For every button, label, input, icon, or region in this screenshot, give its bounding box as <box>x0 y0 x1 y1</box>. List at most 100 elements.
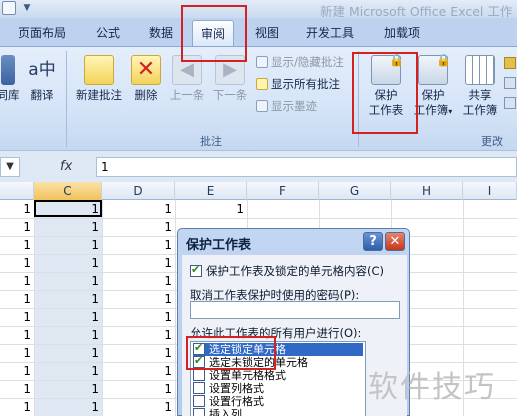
grid-cell[interactable]: 1 <box>102 344 175 362</box>
highlight-permissions <box>186 336 276 370</box>
delete-comment-button[interactable]: ✕ 删除 <box>129 55 163 103</box>
previous-comment-label: 上一条 <box>169 88 205 102</box>
ribbon-panel: 同库 a中 翻译 新建批注 ✕ 删除 ◀ 上一条 ▶ 下一条 显示/隐藏批注 显… <box>0 46 517 150</box>
grid-cell[interactable]: 1 <box>0 380 34 398</box>
tab-formulas[interactable]: 公式 <box>96 24 120 41</box>
protect-checkbox[interactable] <box>190 263 202 277</box>
help-button[interactable]: ? <box>363 232 383 251</box>
grid-cell[interactable]: 1 <box>34 290 102 308</box>
permission-label: 设置单元格格式 <box>209 369 286 382</box>
grid-cell[interactable]: 1 <box>34 218 102 236</box>
comments-group-label: 批注 <box>200 135 222 148</box>
quick-access-dropdown-icon[interactable]: ▼ <box>20 1 34 15</box>
grid-cell[interactable]: 1 <box>102 236 175 254</box>
permission-checkbox[interactable] <box>193 382 205 394</box>
grid-cell[interactable]: 1 <box>0 272 34 290</box>
column-header[interactable]: E <box>175 182 247 200</box>
password-input[interactable] <box>190 301 400 319</box>
grid-cell[interactable]: 1 <box>34 362 102 380</box>
show-hide-comment-button[interactable]: 显示/隐藏批注 <box>256 55 344 69</box>
permission-checkbox[interactable] <box>193 369 205 381</box>
active-cell[interactable] <box>34 200 102 217</box>
previous-comment-button[interactable]: ◀ 上一条 <box>167 55 207 103</box>
quick-access-icon[interactable] <box>2 1 16 15</box>
grid-cell[interactable]: 1 <box>34 380 102 398</box>
ribbon-tabs: 页面布局 公式 数据 审阅 视图 开发工具 加载项 <box>0 18 517 46</box>
grid-cell[interactable]: 1 <box>0 254 34 272</box>
column-header[interactable]: D <box>102 182 175 200</box>
grid-cell[interactable]: 1 <box>0 218 34 236</box>
permission-label: 设置行格式 <box>209 395 264 408</box>
grid-cell[interactable]: 1 <box>0 308 34 326</box>
fx-icon[interactable]: fx <box>60 156 100 178</box>
tab-data[interactable]: 数据 <box>149 24 173 41</box>
track-changes-icon[interactable] <box>504 57 516 69</box>
grid-cell[interactable]: 1 <box>0 200 34 218</box>
delete-comment-icon: ✕ <box>131 55 161 85</box>
list-item[interactable]: 设置单元格格式 <box>193 369 363 382</box>
grid-cell[interactable]: 1 <box>0 236 34 254</box>
translate-button[interactable]: a中 翻译 <box>26 55 58 103</box>
group-separator <box>66 51 67 147</box>
name-box-dropdown-icon[interactable]: ▼ <box>0 157 20 177</box>
column-header[interactable]: C <box>34 182 102 200</box>
thesaurus-button[interactable]: 同库 <box>0 55 22 103</box>
corner-cell[interactable] <box>0 182 34 200</box>
next-comment-button[interactable]: ▶ 下一条 <box>209 55 251 103</box>
column-header[interactable]: F <box>247 182 319 200</box>
grid-cell[interactable]: 1 <box>102 308 175 326</box>
grid-cell[interactable]: 1 <box>175 200 247 218</box>
tab-view[interactable]: 视图 <box>255 24 279 41</box>
grid-cell[interactable]: 1 <box>102 380 175 398</box>
grid-cell[interactable]: 1 <box>102 200 175 218</box>
permission-label: 插入列 <box>209 408 242 416</box>
grid-cell[interactable]: 1 <box>34 308 102 326</box>
grid-cell[interactable]: 1 <box>34 254 102 272</box>
show-ink-button[interactable]: 显示墨迹 <box>256 99 317 113</box>
grid-cell[interactable]: 1 <box>34 326 102 344</box>
column-header[interactable]: H <box>391 182 463 200</box>
grid-cell[interactable]: 1 <box>102 272 175 290</box>
grid-cell[interactable]: 1 <box>34 398 102 416</box>
permission-checkbox[interactable] <box>193 395 205 407</box>
list-item[interactable]: 设置列格式 <box>193 382 363 395</box>
show-all-comments-button[interactable]: 显示所有批注 <box>256 77 340 91</box>
list-item[interactable]: 插入列 <box>193 408 363 416</box>
grid-cell[interactable]: 1 <box>0 398 34 416</box>
new-comment-label: 新建批注 <box>76 88 122 102</box>
grid-cell[interactable]: 1 <box>102 218 175 236</box>
column-header[interactable]: G <box>319 182 391 200</box>
tab-page-layout[interactable]: 页面布局 <box>18 24 66 41</box>
permission-label: 设置列格式 <box>209 382 264 395</box>
close-button[interactable]: ✕ <box>385 232 405 251</box>
new-comment-button[interactable]: 新建批注 <box>72 55 126 103</box>
protect-workbook-icon: 🔒 <box>418 53 451 85</box>
show-hide-comment-label: 显示/隐藏批注 <box>271 55 344 69</box>
grid-cell[interactable]: 1 <box>34 344 102 362</box>
tab-addins[interactable]: 加载项 <box>384 24 420 41</box>
column-header[interactable]: I <box>463 182 517 200</box>
grid-cell[interactable]: 1 <box>102 254 175 272</box>
grid-cell[interactable]: 1 <box>102 290 175 308</box>
protect-checkbox-label: 保护工作表及锁定的单元格内容(C) <box>206 264 385 278</box>
grid-cell[interactable]: 1 <box>0 362 34 380</box>
grid-cell[interactable]: 1 <box>0 344 34 362</box>
grid-cell[interactable]: 1 <box>34 236 102 254</box>
share-workbook-button[interactable]: 共享 工作簿 <box>458 55 502 118</box>
grid-cell[interactable]: 1 <box>0 290 34 308</box>
permission-checkbox[interactable] <box>193 408 205 416</box>
list-item[interactable]: 设置行格式 <box>193 395 363 408</box>
grid-cell[interactable]: 1 <box>102 398 175 416</box>
formula-input[interactable]: 1 <box>96 157 517 177</box>
protect-workbook-label-2: 工作簿 <box>413 103 449 117</box>
grid-cell[interactable]: 1 <box>102 362 175 380</box>
protect-checkbox-row[interactable]: 保护工作表及锁定的单元格内容(C) <box>190 263 384 279</box>
tab-developer[interactable]: 开发工具 <box>306 24 354 41</box>
allow-edit-ranges-icon[interactable] <box>504 77 516 89</box>
grid-cell[interactable]: 1 <box>102 326 175 344</box>
share-options-icon[interactable] <box>504 97 516 109</box>
show-all-comments-icon <box>256 78 268 90</box>
grid-cell[interactable]: 1 <box>0 326 34 344</box>
grid-cell[interactable]: 1 <box>34 272 102 290</box>
translate-label: 翻译 <box>30 88 54 102</box>
